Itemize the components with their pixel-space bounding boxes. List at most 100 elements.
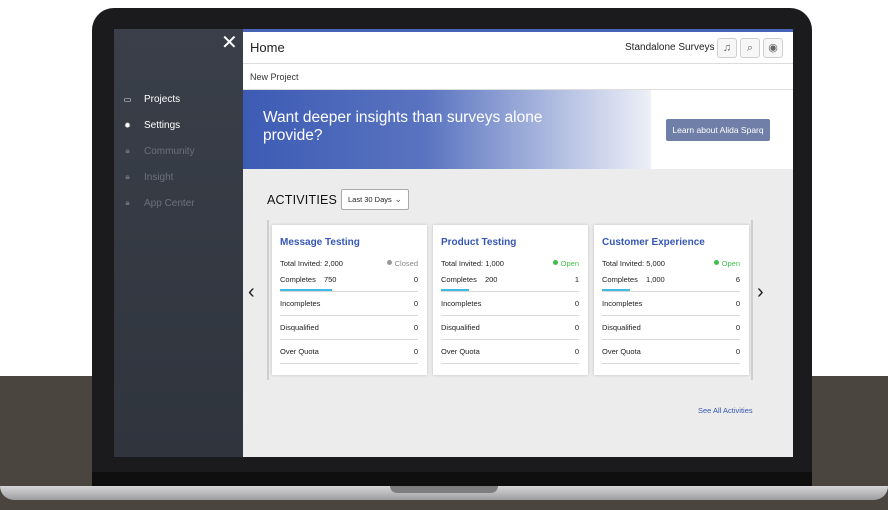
activity-card[interactable]: Customer Experience Total Invited: 5,000… — [594, 225, 749, 375]
activity-title[interactable]: Message Testing — [280, 237, 360, 248]
lock-icon: 🔒︎ — [125, 198, 130, 207]
period-select-value: Last 30 Days — [348, 195, 392, 204]
completes-count: 1,000 — [645, 275, 665, 284]
activities-heading: ACTIVITIES — [267, 193, 338, 207]
completes-label: Completes — [441, 275, 477, 284]
total-invited-label: Total Invited: — [602, 259, 645, 268]
over-quota-row: Over Quota 0 — [280, 347, 418, 356]
incompletes-label: Incompletes — [280, 299, 321, 308]
sidebar-item-projects[interactable]: ▭ Projects — [114, 86, 243, 112]
learn-more-button[interactable]: Learn about Alida Sparq — [666, 119, 770, 141]
total-invited-value: 1,000 — [485, 259, 504, 268]
divider — [280, 315, 418, 316]
chevron-left-icon[interactable]: ‹ — [248, 282, 255, 302]
over-quota-value: 0 — [574, 347, 579, 356]
completes-label: Completes — [602, 275, 638, 284]
sidebar-item-label: App Center — [144, 197, 195, 209]
status-dot-icon — [713, 260, 719, 265]
completes-value: 6 — [735, 275, 740, 284]
chevron-right-icon[interactable]: › — [757, 282, 764, 302]
completes-value: 0 — [413, 275, 418, 284]
chevron-down-icon: ⌄ — [394, 194, 402, 204]
activity-card[interactable]: Message Testing Total Invited: 2,000 Clo… — [272, 225, 427, 375]
sidebar: ✕ ▭ Projects ✹ Settings 🔒︎ Community 🔒︎ … — [114, 29, 243, 457]
status-text: Open — [721, 259, 740, 268]
divider — [441, 291, 579, 292]
incompletes-value: 0 — [413, 299, 418, 308]
divider — [602, 363, 740, 364]
completes-row: Completes 200 1 — [441, 275, 579, 284]
total-invited-row: Total Invited: 5,000 Open — [602, 259, 740, 268]
divider — [441, 363, 579, 364]
sidebar-item-app-center[interactable]: 🔒︎ App Center — [114, 190, 243, 216]
promo-banner: Want deeper insights than surveys alone … — [243, 90, 793, 169]
main-content: Home Standalone Surveys ♫ ⌕ ◉ New Projec… — [243, 29, 793, 457]
completes-row: Completes 750 0 — [280, 275, 418, 284]
top-bar: Home Standalone Surveys ♫ ⌕ ◉ — [243, 29, 793, 64]
incompletes-value: 0 — [735, 299, 740, 308]
disqualified-label: Disqualified — [441, 323, 480, 332]
sidebar-item-label: Settings — [144, 119, 181, 131]
page-title: Home — [250, 40, 285, 55]
total-invited-label: Total Invited: — [280, 259, 323, 268]
total-invited-row: Total Invited: 2,000 Closed — [280, 259, 418, 268]
divider — [441, 339, 579, 340]
disqualified-value: 0 — [413, 323, 418, 332]
disqualified-row: Disqualified 0 — [602, 323, 740, 332]
search-icon[interactable]: ⌕ — [740, 38, 760, 58]
bell-icon[interactable]: ♫ — [717, 38, 737, 58]
sidebar-item-label: Community — [144, 145, 195, 157]
divider — [280, 291, 418, 292]
completes-row: Completes 1,000 6 — [602, 275, 740, 284]
sidebar-nav: ▭ Projects ✹ Settings 🔒︎ Community 🔒︎ In… — [114, 86, 243, 216]
divider — [602, 339, 740, 340]
activity-title[interactable]: Customer Experience — [602, 237, 705, 248]
status-badge: Open — [552, 259, 579, 268]
lock-icon: 🔒︎ — [125, 172, 130, 181]
sidebar-item-insight[interactable]: 🔒︎ Insight — [114, 164, 243, 190]
completes-value: 1 — [574, 275, 579, 284]
completes-label: Completes — [280, 275, 316, 284]
completes-count: 200 — [484, 275, 498, 284]
sidebar-item-settings[interactable]: ✹ Settings — [114, 112, 243, 138]
disqualified-value: 0 — [574, 323, 579, 332]
incompletes-value: 0 — [574, 299, 579, 308]
status-badge: Closed — [386, 259, 418, 268]
incompletes-label: Incompletes — [441, 299, 482, 308]
completes-count: 750 — [323, 275, 337, 284]
status-text: Open — [560, 259, 579, 268]
period-select[interactable]: Last 30 Days ⌄ — [341, 189, 409, 210]
incompletes-row: Incompletes 0 — [441, 299, 579, 308]
breadcrumb-new-project[interactable]: New Project — [250, 72, 299, 82]
over-quota-label: Over Quota — [280, 347, 319, 356]
product-name: Standalone Surveys — [625, 42, 715, 53]
laptop-notch — [390, 486, 498, 493]
sidebar-item-label: Insight — [144, 171, 174, 183]
total-invited-row: Total Invited: 1,000 Open — [441, 259, 579, 268]
divider — [441, 315, 579, 316]
user-icon[interactable]: ◉ — [763, 38, 783, 58]
see-all-activities-link[interactable]: See All Activities — [698, 406, 753, 415]
sidebar-item-label: Projects — [144, 93, 181, 105]
status-badge: Open — [713, 259, 740, 268]
disqualified-value: 0 — [735, 323, 740, 332]
divider — [602, 315, 740, 316]
status-dot-icon — [386, 260, 392, 265]
total-invited-label: Total Invited: — [441, 259, 484, 268]
activity-card[interactable]: Product Testing Total Invited: 1,000 Ope… — [433, 225, 588, 375]
over-quota-label: Over Quota — [441, 347, 480, 356]
divider — [280, 339, 418, 340]
incompletes-label: Incompletes — [602, 299, 643, 308]
laptop-scene: ✕ ▭ Projects ✹ Settings 🔒︎ Community 🔒︎ … — [0, 0, 888, 510]
app-screen: ✕ ▭ Projects ✹ Settings 🔒︎ Community 🔒︎ … — [114, 29, 793, 457]
over-quota-row: Over Quota 0 — [441, 347, 579, 356]
sidebar-item-community[interactable]: 🔒︎ Community — [114, 138, 243, 164]
folder-icon: ▭ — [123, 94, 132, 104]
disqualified-label: Disqualified — [602, 323, 641, 332]
close-icon[interactable]: ✕ — [221, 33, 238, 53]
total-invited-value: 5,000 — [646, 259, 665, 268]
activity-title[interactable]: Product Testing — [441, 237, 516, 248]
disqualified-label: Disqualified — [280, 323, 319, 332]
gear-icon: ✹ — [124, 120, 131, 130]
banner-text: Want deeper insights than surveys alone … — [263, 109, 543, 144]
